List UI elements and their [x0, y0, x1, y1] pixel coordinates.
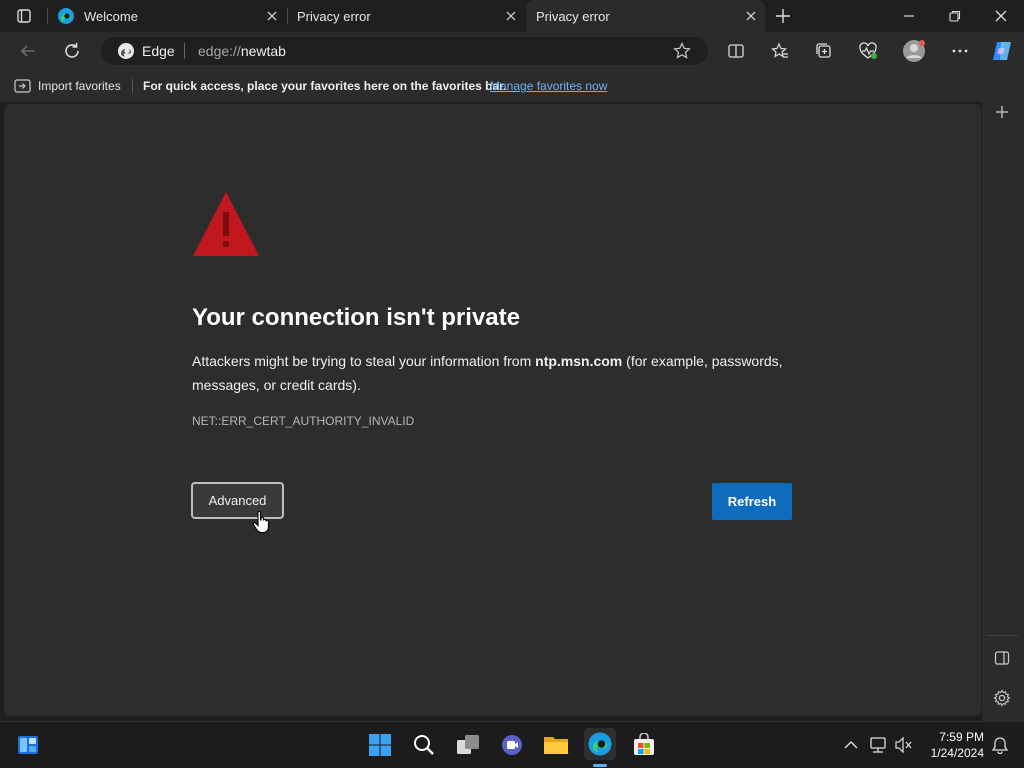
hide-sidebar-icon[interactable] [988, 644, 1016, 672]
file-explorer-icon[interactable] [540, 729, 572, 761]
refresh-button[interactable]: Refresh [712, 483, 792, 520]
taskbar: 7:59 PM 1/24/2024 [0, 721, 1024, 768]
more-options-icon[interactable] [946, 37, 974, 65]
favorites-bar-hint: For quick access, place your favorites h… [143, 79, 507, 93]
import-favorites-button[interactable]: Import favorites [38, 79, 121, 93]
clock-time: 7:59 PM [939, 730, 984, 744]
minimize-button[interactable] [895, 2, 923, 30]
tab-welcome[interactable]: Welcome [48, 0, 286, 32]
tab-label: Privacy error [536, 8, 610, 24]
site-identity-label: Edge [142, 43, 175, 59]
split-screen-icon[interactable] [722, 37, 750, 65]
error-description-line2: messages, or credit cards). [192, 377, 361, 393]
restore-button[interactable] [941, 2, 969, 30]
edge-taskbar-icon[interactable] [584, 728, 616, 760]
url-text[interactable]: edge://newtab [198, 43, 286, 59]
tab-privacy-error-2[interactable]: Privacy error [526, 0, 765, 32]
import-icon [14, 78, 31, 94]
manage-favorites-link[interactable]: Manage favorites now [490, 79, 607, 93]
collections-icon[interactable] [810, 37, 838, 65]
notifications-icon[interactable] [984, 729, 1016, 761]
error-code: NET::ERR_CERT_AUTHORITY_INVALID [192, 414, 415, 428]
error-page: Your connection isn't private Attackers … [4, 104, 981, 716]
settings-gear-icon[interactable] [988, 684, 1016, 712]
teams-chat-icon[interactable] [496, 729, 528, 761]
warning-triangle-icon [191, 190, 261, 258]
profile-avatar[interactable] [900, 37, 928, 65]
store-icon[interactable] [628, 729, 660, 761]
add-favorite-star-icon[interactable] [673, 42, 691, 60]
page-title: Your connection isn't private [192, 304, 520, 331]
active-app-indicator [593, 764, 607, 767]
reload-button[interactable] [58, 37, 86, 65]
tab-label: Welcome [84, 8, 138, 24]
error-host: ntp.msn.com [535, 353, 623, 369]
hand-cursor-icon [252, 510, 272, 534]
add-sidebar-app-icon[interactable] [988, 98, 1016, 126]
copilot-icon[interactable] [988, 37, 1016, 65]
browser-essentials-icon[interactable] [854, 37, 882, 65]
error-description-line1: Attackers might be trying to steal your … [192, 353, 783, 369]
edge-logo-icon [57, 7, 75, 25]
tab-actions-icon[interactable] [10, 2, 38, 30]
volume-muted-icon[interactable] [888, 729, 920, 761]
tab-strip: Welcome Privacy error Privacy error [0, 0, 1024, 32]
tab-privacy-error-1[interactable]: Privacy error [288, 0, 525, 32]
close-tab-icon[interactable] [264, 8, 280, 24]
task-view-icon[interactable] [452, 729, 484, 761]
back-button[interactable] [14, 37, 42, 65]
edge-sidebar [982, 70, 1024, 721]
start-button[interactable] [364, 729, 396, 761]
tab-label: Privacy error [297, 8, 371, 24]
search-icon[interactable] [408, 729, 440, 761]
edge-logo-icon [117, 42, 135, 60]
favorites-icon[interactable] [766, 37, 794, 65]
widgets-icon[interactable] [12, 729, 44, 761]
address-bar[interactable]: Edge edge://newtab [101, 37, 708, 65]
close-tab-icon[interactable] [503, 8, 519, 24]
close-tab-icon[interactable] [743, 8, 759, 24]
new-tab-button[interactable] [769, 2, 797, 30]
clock-date: 1/24/2024 [930, 746, 984, 760]
close-window-button[interactable] [987, 2, 1015, 30]
favorites-bar: Import favorites For quick access, place… [0, 70, 982, 102]
system-clock[interactable]: 7:59 PM 1/24/2024 [922, 729, 984, 761]
